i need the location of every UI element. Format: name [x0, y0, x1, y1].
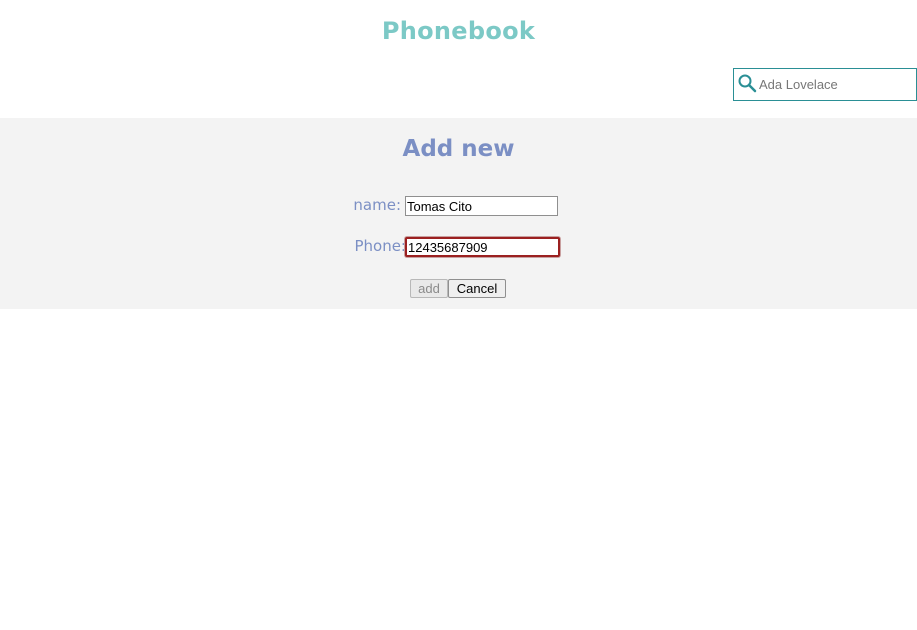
phonebook-page: Phonebook Add new name: Phone: add Cance… — [0, 0, 917, 630]
add-new-panel: Add new name: Phone: add Cancel — [0, 118, 917, 309]
name-label: name: — [353, 196, 401, 214]
add-button[interactable]: add — [410, 279, 448, 298]
cancel-button[interactable]: Cancel — [448, 279, 506, 298]
name-field[interactable] — [405, 196, 558, 216]
add-new-title: Add new — [402, 136, 515, 162]
app-title: Phonebook — [381, 17, 536, 45]
phone-label: Phone: — [354, 237, 406, 255]
search-box[interactable] — [733, 68, 917, 101]
phone-field[interactable] — [405, 237, 560, 257]
search-input[interactable] — [758, 69, 913, 100]
search-icon — [738, 74, 757, 93]
